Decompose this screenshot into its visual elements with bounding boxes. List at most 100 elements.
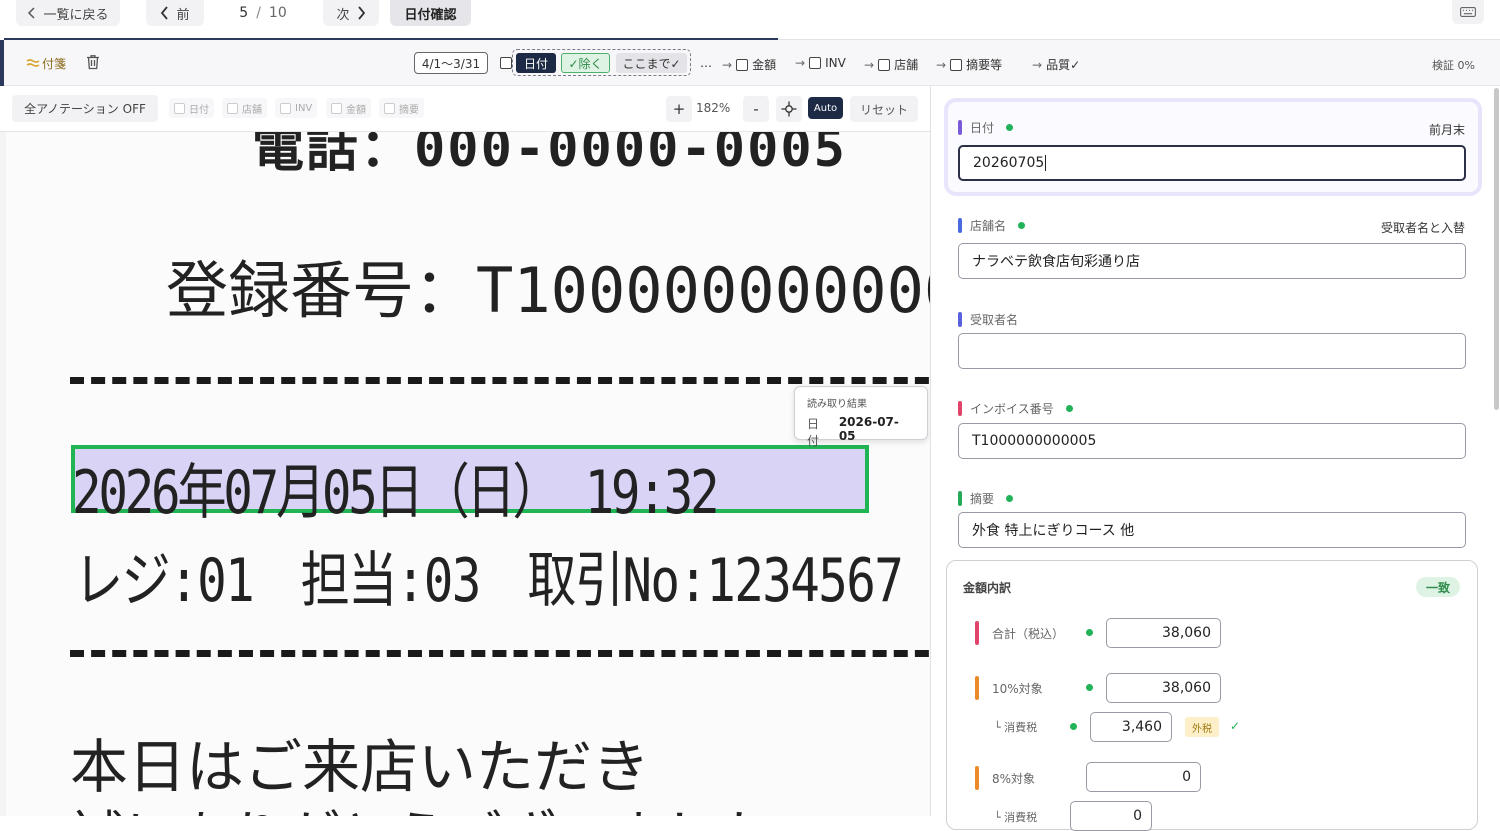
delete-button[interactable] (86, 54, 100, 74)
ocr-tooltip-value: 2026-07-05 (838, 415, 899, 443)
text-caret (1045, 155, 1047, 171)
date-filter-checkbox[interactable] (500, 57, 512, 69)
summary-color-bar (958, 491, 962, 506)
chain-label-store: 店舗 (894, 58, 919, 72)
receipt-viewer[interactable]: 電話：000-0000-0005 登録番号：T1000000000005 202… (0, 132, 930, 816)
annotation-checkbox[interactable] (280, 102, 291, 114)
annotation-checkbox[interactable] (227, 102, 238, 114)
store-name-input[interactable]: ナラベテ飲食店旬彩通り店 (958, 243, 1466, 279)
chevron-right-icon (357, 6, 365, 20)
store-color-bar (958, 218, 962, 233)
rate8-tax-input[interactable]: 0 (1070, 801, 1152, 831)
swap-recipient-button[interactable]: 受取者名と入替 (1381, 219, 1465, 236)
date-field-label: 日付 (958, 119, 1014, 136)
next-label: 次 (336, 7, 350, 23)
store-checkbox[interactable] (878, 58, 891, 71)
recenter-button[interactable] (776, 96, 802, 122)
store-field-label: 店舗名 (958, 217, 1026, 234)
ellipsis: … (700, 56, 712, 70)
annotation-chip-label: 摘要 (399, 104, 419, 116)
prev-month-end-button[interactable]: 前月末 (1429, 121, 1465, 138)
status-ok-dot (1006, 124, 1014, 131)
summary-checkbox[interactable] (950, 58, 963, 71)
invoice-color-bar (958, 401, 962, 416)
annotation-chip-label: 店舗 (242, 104, 262, 116)
chain-step-quality[interactable]: → 品質✓ (1032, 56, 1080, 73)
upto-here-chip[interactable]: ここまで✓ (616, 53, 687, 73)
amount-breakdown-title: 金額内訳 (963, 581, 1012, 595)
rate8-amount-input[interactable]: 0 (1086, 762, 1201, 792)
tax-exclusive-badge[interactable]: 外税 (1185, 717, 1219, 737)
zoom-in-button[interactable]: + (666, 96, 692, 122)
rate10-amount-input[interactable]: 38,060 (1106, 673, 1221, 703)
invoice-label-text: インボイス番号 (970, 402, 1054, 416)
status-ok-dot (1070, 723, 1077, 730)
total-amount-input[interactable]: 38,060 (1106, 618, 1221, 648)
receipt-phone-line: 電話：000-0000-0005 (252, 132, 847, 179)
summary-field-label: 摘要 (958, 490, 1014, 507)
annotation-chip-label: 日付 (189, 104, 209, 116)
amount-checkbox[interactable] (736, 58, 749, 71)
keyboard-icon (1460, 7, 1476, 17)
filter-bar-accent (0, 40, 4, 86)
summary-label-text: 摘要 (970, 492, 995, 506)
rate10-tax-label: └ 消費税 (994, 721, 1038, 734)
back-to-list-button[interactable]: 一覧に戻る (16, 0, 120, 26)
receipt-separator (70, 377, 930, 384)
rate10-color-bar (975, 676, 979, 700)
page-current: 5 (239, 5, 249, 21)
annotation-checkbox[interactable] (331, 102, 342, 114)
receipt-bottom-line: 誠にありがとうございました (70, 792, 772, 816)
chain-step-summary[interactable]: → 摘要等 (936, 56, 1002, 73)
date-range-filter[interactable]: 4/1〜3/31 (414, 52, 488, 74)
zoom-out-button[interactable]: - (743, 96, 769, 122)
date-input-value: 20260705 (973, 155, 1045, 171)
keyboard-shortcuts-button[interactable] (1452, 0, 1484, 24)
reset-button[interactable]: リセット (850, 96, 918, 122)
auto-fit-button[interactable]: Auto (808, 97, 843, 119)
date-input[interactable]: 20260705 (958, 145, 1466, 181)
annotation-chip-label: 金額 (346, 104, 366, 116)
form-scrollbar[interactable] (1494, 88, 1499, 410)
annotation-chip-inv[interactable]: INV (275, 98, 318, 118)
date-filter-chip[interactable]: 日付 (516, 53, 556, 73)
annotation-chip-amount[interactable]: 金額 (326, 98, 371, 118)
annotation-checkbox[interactable] (174, 102, 185, 114)
annotation-chip-store[interactable]: 店舗 (222, 98, 267, 118)
arrow-right-icon: → (795, 56, 806, 70)
prev-label: 前 (176, 7, 190, 23)
rate10-tax-input[interactable]: 3,460 (1090, 712, 1172, 742)
chevron-left-icon (161, 6, 169, 20)
recipient-name-input[interactable] (958, 333, 1466, 369)
next-button[interactable]: 次 (323, 0, 379, 26)
annotation-chip-summary[interactable]: 摘要 (379, 98, 424, 118)
sticky-note-button[interactable]: 付箋 (26, 55, 66, 72)
prev-button[interactable]: 前 (146, 0, 204, 26)
page-indicator: 5 / 10 (226, 2, 300, 24)
total-color-bar (975, 621, 979, 645)
page-separator: / (256, 5, 261, 21)
rate8-tax-label: └ 消費税 (994, 811, 1038, 824)
date-check-mode-button[interactable]: 日付確認 (390, 0, 471, 26)
summary-input[interactable]: 外食 特上にぎりコース 他 (958, 512, 1466, 548)
arrow-right-icon: → (1032, 57, 1043, 72)
receipt-registration-line: 登録番号：T1000000000005 (166, 254, 930, 327)
sticky-note-icon (26, 58, 40, 67)
annotation-checkbox[interactable] (384, 102, 395, 114)
inv-checkbox[interactable] (809, 57, 822, 69)
annotation-chip-date[interactable]: 日付 (169, 98, 214, 118)
sticky-note-label: 付箋 (42, 57, 67, 71)
exclude-chip[interactable]: ✓除く (561, 53, 610, 73)
ocr-tooltip-field: 日付 (807, 417, 820, 448)
chain-step-amount[interactable]: → 金額 (722, 56, 776, 73)
chain-step-inv[interactable]: → INV (795, 56, 846, 70)
invoice-number-input[interactable]: T1000000000005 (958, 423, 1466, 459)
page-total: 10 (268, 5, 287, 21)
amount-match-badge: 一致 (1416, 577, 1460, 597)
status-ok-dot (1086, 684, 1093, 691)
rate10-label: 10%対象 (992, 682, 1043, 696)
all-annotations-toggle[interactable]: 全アノテーション OFF (12, 95, 158, 122)
trash-icon (87, 55, 99, 70)
chain-step-store[interactable]: → 店舗 (864, 56, 918, 73)
receipt-image: 電話：000-0000-0005 登録番号：T1000000000005 202… (6, 132, 930, 816)
